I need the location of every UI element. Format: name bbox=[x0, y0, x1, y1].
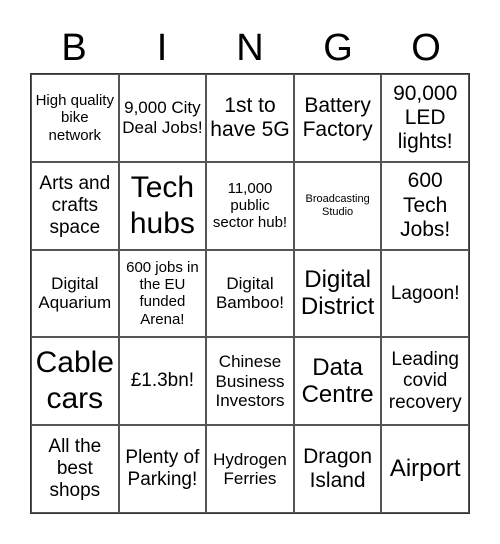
bingo-cell[interactable]: Digital Bamboo! bbox=[206, 249, 294, 338]
bingo-cell[interactable]: Digital District bbox=[293, 249, 382, 338]
bingo-cell[interactable]: 600 Tech Jobs! bbox=[381, 161, 469, 250]
bingo-cell[interactable]: Leading covid recovery bbox=[381, 337, 469, 426]
bingo-header: B I N G O bbox=[30, 24, 470, 72]
bingo-cell[interactable]: 90,000 LED lights! bbox=[381, 74, 469, 162]
bingo-cell[interactable]: Data Centre bbox=[293, 337, 382, 426]
bingo-cell[interactable]: 11,000 public sector hub! bbox=[206, 161, 294, 250]
header-letter-o: O bbox=[411, 27, 441, 69]
bingo-cell[interactable]: Chinese Business Investors bbox=[206, 337, 294, 426]
bingo-cell[interactable]: £1.3bn! bbox=[118, 337, 207, 426]
bingo-cell[interactable]: Arts and crafts space bbox=[31, 161, 119, 250]
bingo-cell[interactable]: Cable cars bbox=[31, 337, 119, 426]
bingo-cell[interactable]: Lagoon! bbox=[381, 249, 469, 338]
bingo-cell[interactable]: Battery Factory bbox=[293, 74, 382, 162]
header-letter-b: B bbox=[61, 27, 87, 69]
bingo-cell[interactable]: Broadcasting Studio bbox=[293, 161, 382, 250]
bingo-cell[interactable]: All the best shops bbox=[31, 425, 119, 513]
bingo-cell[interactable]: Tech hubs bbox=[118, 161, 207, 250]
bingo-cell[interactable]: Digital Aquarium bbox=[31, 249, 119, 338]
header-letter-n: N bbox=[236, 27, 264, 69]
bingo-cell[interactable]: Airport bbox=[381, 425, 469, 513]
header-letter-g: G bbox=[323, 27, 353, 69]
bingo-cell[interactable]: 9,000 City Deal Jobs! bbox=[118, 74, 207, 162]
bingo-cell[interactable]: Plenty of Parking! bbox=[118, 425, 207, 513]
bingo-cell[interactable]: Hydrogen Ferries bbox=[206, 425, 294, 513]
header-letter-i: I bbox=[156, 27, 168, 69]
bingo-cell[interactable]: Dragon Island bbox=[293, 425, 382, 513]
bingo-cell[interactable]: 600 jobs in the EU funded Arena! bbox=[118, 249, 207, 338]
bingo-cell[interactable]: 1st to have 5G bbox=[206, 74, 294, 162]
bingo-grid: High quality bike network 9,000 City Dea… bbox=[30, 73, 470, 514]
bingo-cell[interactable]: High quality bike network bbox=[31, 74, 119, 162]
